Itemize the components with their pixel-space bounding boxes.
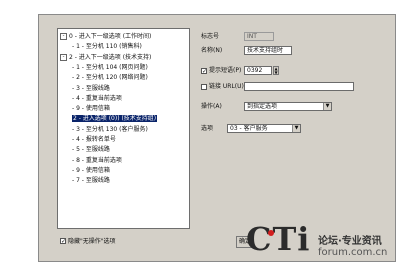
tree-item-label: - 5 - 至服线路 [72,146,110,154]
tree-item[interactable]: - 2 - 至分机 120 (网络问题) [72,73,148,82]
link-label: 链接 URL(U) [209,83,244,90]
option-value: 03 - 客户服务 [230,125,268,132]
tree-item[interactable]: - 7 - 至服线路 [72,176,110,185]
action-select[interactable]: 到指定选项 ▼ [244,102,332,111]
tree-expander-icon[interactable]: - [60,53,67,61]
tree-item-label: - 4 - 报转名单号 [72,136,116,143]
hide-noop-label: 隐藏"无操作"选项 [68,238,116,245]
option-properties-panel: 标志号 INT 名称(N) 技术支持组时 ✓ 提示短语(P) 0392 ▲ ▼ 链… [197,28,357,224]
tree-item-label: - 2 - 至分机 120 (网络问题) [72,74,148,82]
hide-noop-checkbox[interactable]: ✓ [60,238,66,245]
tree-item[interactable]: -0 - 进入下一级选项 (工作时间) [60,32,151,41]
tree-item-label: - 1 - 至分机 110 (销售科) [72,43,142,51]
tree-item-label: - 4 - 重复当前选项 [72,94,122,102]
tree-item[interactable]: - 1 - 至分机 110 (销售科) [72,42,142,51]
prompt-label: 提示短语(P) [209,67,242,74]
options-tree[interactable]: -0 - 进入下一级选项 (工作时间) - 1 - 至分机 110 (销售科) -2… [57,28,190,229]
tree-item-label: - 3 - 至服线路 [72,84,110,92]
tree-item[interactable]: - 3 - 至分机 130 (客户服务) [72,125,148,134]
tree-item[interactable]: - 8 - 重复当前选项 [72,156,122,165]
tree-item-label: 0 - 进入下一级选项 (工作时间) [69,33,152,40]
name-input[interactable]: 技术支持组时 [244,46,292,55]
link-url-input[interactable] [244,82,354,91]
tree-item-label: - 8 - 重复当前选项 [72,156,122,164]
prompt-checkbox[interactable]: ✓ [201,68,207,75]
action-label: 操作(A) [201,103,222,110]
tree-item[interactable]: - 3 - 至服线路 [72,84,110,93]
tree-item[interactable]: - 1 - 至分机 104 (网页问题) [72,63,148,72]
tag-label: 标志号 [201,33,220,40]
tree-item[interactable]: -2 - 进入下一级选项 (技术支持) [60,53,151,62]
tree-item-label: - 7 - 至服线路 [72,177,110,185]
name-label: 名称(N) [201,47,223,54]
watermark-tagline: 论坛·专业资讯 [318,236,382,247]
action-value: 到指定选项 [247,103,278,110]
tree-item[interactable]: - 9 - 使用信箱 [72,166,110,175]
cti-watermark-logo: CTi [246,220,311,258]
tree-item-label: - 9 - 使用信箱 [72,105,110,113]
option-label: 选项 [201,125,214,132]
tree-item[interactable]: - 9 - 使用信箱 [72,104,110,113]
option-select[interactable]: 03 - 客户服务 ▼ [227,124,301,133]
tree-item[interactable]: - 4 - 重复当前选项 [72,94,122,103]
prompt-spinner[interactable]: ▲ ▼ [273,66,279,75]
chevron-down-icon[interactable]: ▼ [292,125,300,132]
watermark-dot [268,230,274,236]
tree-item[interactable]: - 5 - 至服线路 [72,145,110,154]
prompt-input[interactable]: 0392 [244,66,272,75]
tree-item-label: - 1 - 至分机 104 (网页问题) [72,63,148,71]
tag-field: INT [244,32,274,41]
chevron-down-icon[interactable]: ▼ [323,103,331,110]
tree-item-label: 2 - 进入选项 (0)) (技术支持组) [72,115,158,123]
tree-item-label: - 9 - 使用信箱 [72,166,110,174]
tree-item[interactable]: - 4 - 报转名单号 [72,135,116,144]
tree-item-label: - 3 - 至分机 130 (客户服务) [72,125,148,133]
watermark-url: forum.com.cn [318,247,388,258]
tree-item-label: 2 - 进入下一级选项 (技术支持) [69,53,152,61]
tree-expander-icon[interactable]: - [60,33,67,40]
link-checkbox[interactable] [201,84,207,90]
tree-item[interactable]: 2 - 进入选项 (0)) (技术支持组) [72,114,158,123]
